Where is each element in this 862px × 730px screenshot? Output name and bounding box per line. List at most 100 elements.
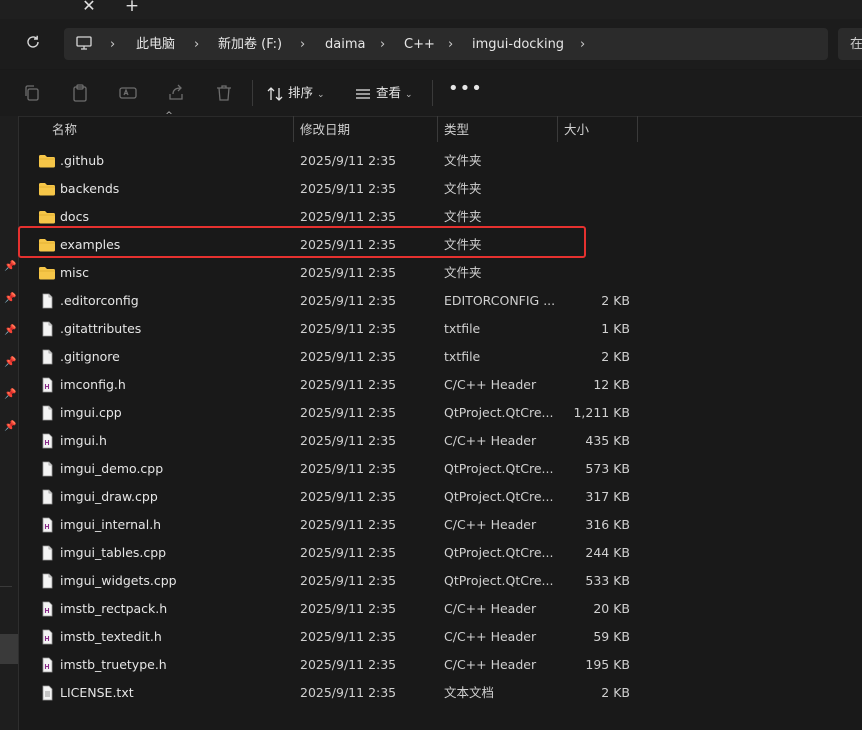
address-bar[interactable] xyxy=(64,28,828,60)
pin-icon[interactable]: 📌 xyxy=(4,325,16,337)
list-item[interactable]: imgui_tables.cpp 2025/9/11 2:35 QtProjec… xyxy=(20,539,862,567)
file-name: imconfig.h xyxy=(60,377,126,392)
list-item[interactable]: imgui_draw.cpp 2025/9/11 2:35 QtProject.… xyxy=(20,483,862,511)
file-icon xyxy=(38,321,56,337)
column-header-date[interactable]: 修改日期 xyxy=(300,118,350,142)
list-item[interactable]: imstb_rectpack.h 2025/9/11 2:35 C/C++ He… xyxy=(20,595,862,623)
list-item[interactable]: backends 2025/9/11 2:35 文件夹 xyxy=(20,175,862,203)
column-divider[interactable] xyxy=(293,116,294,142)
list-item[interactable]: .editorconfig 2025/9/11 2:35 EDITORCONFI… xyxy=(20,287,862,315)
file-type: QtProject.QtCre... xyxy=(444,573,554,588)
file-type: QtProject.QtCre... xyxy=(444,545,554,560)
list-item[interactable]: imgui_widgets.cpp 2025/9/11 2:35 QtProje… xyxy=(20,567,862,595)
sort-button[interactable]: 排序 ⌄ xyxy=(266,82,325,104)
delete-icon[interactable] xyxy=(214,83,234,103)
paste-icon[interactable] xyxy=(70,83,90,103)
copy-icon[interactable] xyxy=(22,83,42,103)
list-item[interactable]: imgui.cpp 2025/9/11 2:35 QtProject.QtCre… xyxy=(20,399,862,427)
pin-icon[interactable]: 📌 xyxy=(4,261,16,273)
file-size: 2 KB xyxy=(601,293,630,308)
more-options-icon[interactable]: ••• xyxy=(448,80,482,104)
navigation-divider xyxy=(0,586,12,587)
file-size: 59 KB xyxy=(593,629,630,644)
column-divider[interactable] xyxy=(637,116,638,142)
list-item[interactable]: imgui.h 2025/9/11 2:35 C/C++ Header 435 … xyxy=(20,427,862,455)
file-size: 2 KB xyxy=(601,685,630,700)
list-item[interactable]: .github 2025/9/11 2:35 文件夹 xyxy=(20,147,862,175)
file-date: 2025/9/11 2:35 xyxy=(300,349,397,364)
chevron-right-icon[interactable]: › xyxy=(194,36,199,54)
view-button[interactable]: 查看 ⌄ xyxy=(354,82,413,104)
new-tab-icon[interactable]: + xyxy=(124,0,140,16)
breadcrumb-cpp[interactable]: C++ xyxy=(404,36,435,54)
file-name: .editorconfig xyxy=(60,293,139,308)
list-item[interactable]: imgui_internal.h 2025/9/11 2:35 C/C++ He… xyxy=(20,511,862,539)
breadcrumb-imgui-docking[interactable]: imgui-docking xyxy=(472,36,564,54)
file-type: C/C++ Header xyxy=(444,629,537,644)
rename-icon[interactable] xyxy=(118,83,138,103)
file-size: 1 KB xyxy=(601,321,630,336)
folder-icon xyxy=(38,181,56,197)
file-name: imstb_rectpack.h xyxy=(60,601,168,616)
refresh-icon[interactable] xyxy=(22,34,44,56)
view-icon xyxy=(356,88,370,99)
file-icon xyxy=(38,545,56,561)
file-name: imstb_textedit.h xyxy=(60,629,162,644)
sort-ascending-icon: ^ xyxy=(165,111,173,121)
toolbar-divider xyxy=(252,80,253,106)
pin-icon[interactable]: 📌 xyxy=(4,421,16,433)
list-item[interactable]: .gitignore 2025/9/11 2:35 txtfile 2 KB xyxy=(20,343,862,371)
sort-icon xyxy=(267,86,283,101)
file-icon xyxy=(38,405,56,421)
chevron-right-icon[interactable]: › xyxy=(448,36,453,54)
chevron-down-icon: ⌄ xyxy=(404,90,413,100)
file-size xyxy=(550,259,630,287)
file-date: 2025/9/11 2:35 xyxy=(300,517,397,532)
list-item[interactable]: misc 2025/9/11 2:35 文件夹 xyxy=(20,259,862,287)
list-item[interactable]: imstb_textedit.h 2025/9/11 2:35 C/C++ He… xyxy=(20,623,862,651)
list-item[interactable]: LICENSE.txt 2025/9/11 2:35 文本文档 2 KB xyxy=(20,679,862,707)
list-item[interactable]: imstb_truetype.h 2025/9/11 2:35 C/C++ He… xyxy=(20,651,862,679)
file-name: .github xyxy=(60,153,105,168)
column-header-size[interactable]: 大小 xyxy=(564,118,589,142)
breadcrumb-daima[interactable]: daima xyxy=(325,36,365,54)
header-file-icon xyxy=(38,517,56,533)
tab-close-icon[interactable]: ✕ xyxy=(80,0,98,16)
breadcrumb-this-pc[interactable]: 此电脑 xyxy=(136,36,175,54)
file-icon xyxy=(38,461,56,477)
column-divider[interactable] xyxy=(557,116,558,142)
column-header-name[interactable]: 名称 xyxy=(52,118,77,142)
share-icon[interactable] xyxy=(166,83,186,103)
column-divider[interactable] xyxy=(437,116,438,142)
pin-icon[interactable]: 📌 xyxy=(4,389,16,401)
file-name: .gitattributes xyxy=(60,321,142,336)
file-type: 文件夹 xyxy=(444,153,482,168)
file-type: EDITORCONFIG ... xyxy=(444,293,554,308)
folder-icon xyxy=(38,209,56,225)
list-item[interactable]: imgui_demo.cpp 2025/9/11 2:35 QtProject.… xyxy=(20,455,862,483)
file-date: 2025/9/11 2:35 xyxy=(300,153,397,168)
column-header-type[interactable]: 类型 xyxy=(444,118,469,142)
pin-icon[interactable]: 📌 xyxy=(4,293,16,305)
list-item[interactable]: .gitattributes 2025/9/11 2:35 txtfile 1 … xyxy=(20,315,862,343)
chevron-right-icon[interactable]: › xyxy=(580,36,585,54)
file-type: C/C++ Header xyxy=(444,433,537,448)
file-size: 12 KB xyxy=(593,377,630,392)
pin-icon[interactable]: 📌 xyxy=(4,357,16,369)
file-type: txtfile xyxy=(444,349,481,364)
chevron-right-icon[interactable]: › xyxy=(300,36,305,54)
file-name: .gitignore xyxy=(60,349,120,364)
list-item[interactable]: imconfig.h 2025/9/11 2:35 C/C++ Header 1… xyxy=(20,371,862,399)
file-date: 2025/9/11 2:35 xyxy=(300,461,397,476)
file-name: imgui.cpp xyxy=(60,405,122,420)
computer-icon[interactable] xyxy=(76,36,92,50)
toolbar-divider xyxy=(432,80,433,106)
folder-icon xyxy=(38,265,56,281)
file-size xyxy=(550,175,630,203)
navigation-selected-item[interactable] xyxy=(0,634,18,664)
chevron-right-icon[interactable]: › xyxy=(110,36,115,54)
file-date: 2025/9/11 2:35 xyxy=(300,601,397,616)
breadcrumb-drive[interactable]: 新加卷 (F:) xyxy=(218,36,282,54)
chevron-right-icon[interactable]: › xyxy=(380,36,385,54)
file-date: 2025/9/11 2:35 xyxy=(300,685,397,700)
